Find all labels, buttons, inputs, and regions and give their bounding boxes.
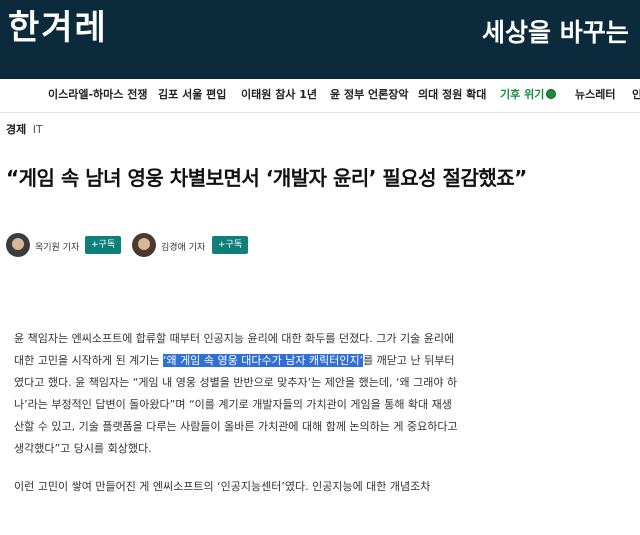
nav-item-israel-hamas[interactable]: 이스라엘-하마스 전쟁: [48, 88, 147, 102]
subsection-link[interactable]: IT: [33, 123, 43, 136]
paragraph-text: 를 깨닫고 난 뒤부터였다고 했다. 윤 책임자는 “게임 내 영웅 성별을 반…: [14, 354, 458, 455]
hani-logo[interactable]: 한겨레: [8, 8, 108, 48]
reporter-avatar[interactable]: [132, 233, 156, 257]
reporter-name[interactable]: 김경애 기자: [161, 240, 205, 253]
subscribe-button[interactable]: +구독: [212, 236, 249, 254]
paragraph: 윤 책임자는 엔씨소프트에 합류할 때부터 인공지능 윤리에 대한 화두를 던졌…: [14, 328, 460, 460]
breadcrumb: 경제 IT: [6, 121, 43, 137]
section-link[interactable]: 경제: [6, 123, 26, 136]
globe-icon: [546, 89, 557, 99]
slogan: 세상을 바꾸는: [482, 18, 629, 47]
nav-item-gimpo[interactable]: 김포 서울 편입: [158, 88, 226, 102]
masthead: 한겨레 세상을 바꾸는: [0, 0, 640, 79]
paragraph: 이런 고민이 쌓여 만들어진 게 엔씨소프트의 ‘인공지능센터’였다. 인공지능…: [14, 480, 431, 493]
nav-item-press[interactable]: 윤 정부 언론장악: [330, 88, 409, 102]
selected-text[interactable]: ‘왜 게임 속 영웅 대다수가 남자 캐릭터인지’: [163, 354, 364, 367]
topic-nav: 이스라엘-하마스 전쟁 김포 서울 편입 이태원 참사 1년 윤 정부 언론장악…: [0, 79, 640, 113]
nav-item-medical[interactable]: 의대 정원 확대: [418, 88, 486, 102]
nav-item-newsletter[interactable]: 뉴스레터: [575, 88, 615, 102]
subscribe-button[interactable]: +구독: [85, 236, 122, 254]
reporter-name[interactable]: 옥기원 기자: [35, 240, 79, 253]
nav-item-more[interactable]: 인: [632, 88, 640, 102]
nav-item-climate[interactable]: 기후 위기: [500, 88, 557, 102]
nav-item-climate-label: 기후 위기: [500, 88, 545, 101]
article-headline: “게임 속 남녀 영웅 차별보면서 ‘개발자 윤리’ 필요성 절감했죠”: [6, 166, 527, 190]
article-body: 윤 책임자는 엔씨소프트에 합류할 때부터 인공지능 윤리에 대한 화두를 던졌…: [14, 328, 460, 514]
nav-item-itaewon[interactable]: 이태원 참사 1년: [241, 88, 317, 102]
reporter-avatar[interactable]: [6, 233, 30, 257]
